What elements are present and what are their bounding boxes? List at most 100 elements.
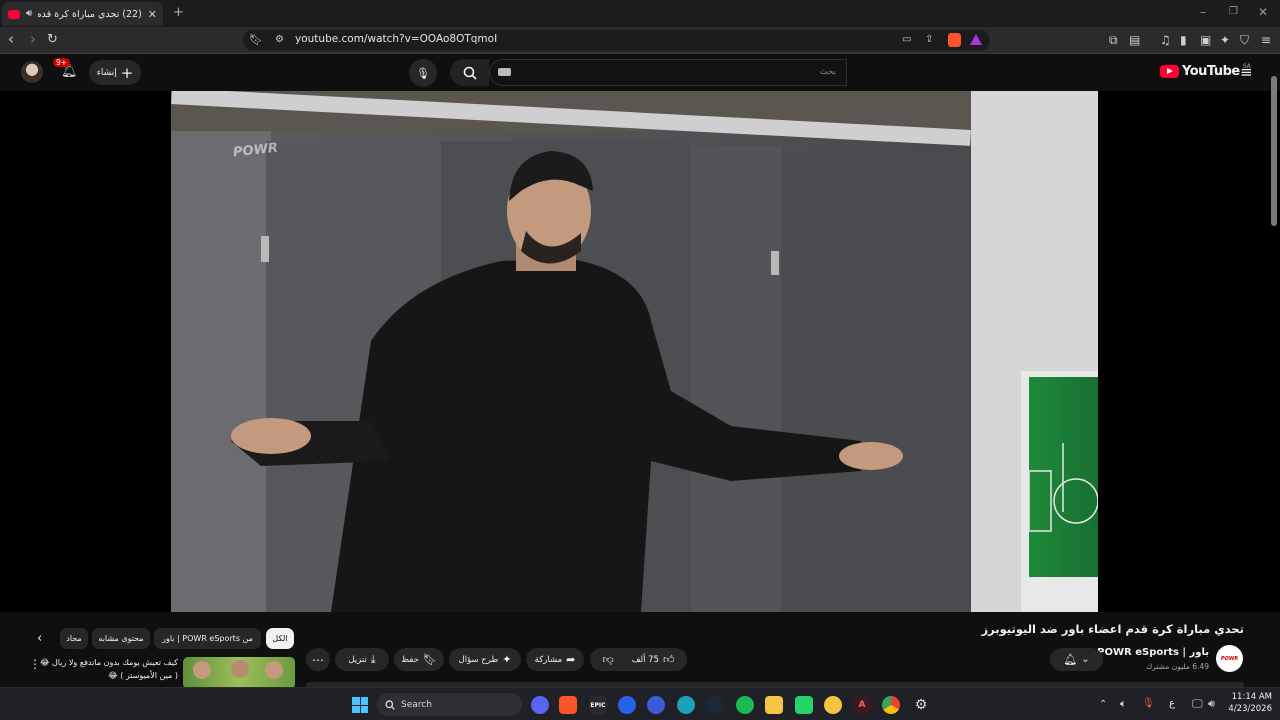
scrollbar-track[interactable] bbox=[1271, 61, 1277, 226]
network-icon[interactable]: 🖵︎ bbox=[1192, 697, 1203, 711]
brave-rewards-icon[interactable] bbox=[970, 34, 982, 45]
chips-prev-icon[interactable]: ‹ bbox=[37, 631, 42, 646]
bell-outline-icon: 🔔︎ bbox=[1063, 653, 1078, 666]
more-actions-button[interactable]: ⋯ bbox=[306, 648, 330, 671]
like-icon[interactable]: 👍︎ bbox=[663, 653, 675, 666]
discord-icon[interactable] bbox=[531, 696, 549, 714]
video-scene bbox=[171, 91, 1098, 612]
bookmark-outline-icon: 🔖︎ bbox=[422, 653, 437, 666]
tray-chevron-icon[interactable]: ⌃ bbox=[1099, 698, 1107, 712]
recommended-more-icon[interactable]: ⋮ bbox=[29, 657, 41, 671]
create-label: إنشاء bbox=[96, 67, 117, 78]
tray-mic-icon[interactable]: 🎙︎ bbox=[1142, 697, 1155, 711]
wallet-icon[interactable]: ▣ bbox=[1200, 33, 1211, 47]
cast-icon[interactable]: ▭ bbox=[902, 33, 911, 47]
tray-speaker-icon[interactable]: 🔈︎ bbox=[1120, 697, 1127, 711]
search-input[interactable]: بحث bbox=[489, 59, 847, 86]
avatar[interactable] bbox=[21, 61, 43, 83]
channel-name[interactable]: POWR eSports | باور bbox=[1097, 647, 1209, 658]
forward-icon[interactable]: › bbox=[30, 32, 36, 47]
extensions-icon[interactable]: ⧉ bbox=[1109, 33, 1118, 47]
audio-playing-icon[interactable]: 🔊︎ bbox=[26, 7, 32, 21]
volume-icon[interactable]: 🔊︎ bbox=[1208, 697, 1215, 711]
save-label: حفظ bbox=[401, 654, 419, 665]
scrollbar-thumb[interactable] bbox=[1271, 76, 1277, 226]
copilot-icon[interactable] bbox=[618, 696, 636, 714]
settings-gear-icon[interactable]: ⚙︎ bbox=[912, 696, 930, 714]
epic-games-icon[interactable]: EPIC bbox=[589, 696, 607, 714]
spotify-icon[interactable] bbox=[736, 696, 754, 714]
guide-menu-icon[interactable]: ≡ bbox=[1240, 65, 1253, 80]
like-count[interactable]: 75 ألف bbox=[632, 655, 659, 665]
create-button[interactable]: إنشاء + bbox=[89, 60, 141, 85]
keyboard-icon[interactable] bbox=[498, 68, 511, 76]
minimize-icon[interactable]: – bbox=[1200, 5, 1206, 19]
back-icon[interactable]: ‹ bbox=[8, 32, 14, 47]
ask-button[interactable]: طرح سؤال ✦ bbox=[449, 648, 521, 671]
voice-search-button[interactable]: 🎙︎ bbox=[409, 59, 437, 87]
search-placeholder: بحث bbox=[819, 67, 836, 77]
recommended-thumbnail[interactable] bbox=[183, 657, 295, 689]
dislike-icon[interactable]: 👎︎ bbox=[603, 653, 614, 666]
sidebar-icon[interactable]: ▮ bbox=[1180, 33, 1187, 47]
share-page-icon[interactable]: ⇪ bbox=[925, 33, 933, 47]
emoji-app-icon[interactable] bbox=[824, 696, 842, 714]
download-label: تنزيل bbox=[348, 654, 367, 665]
subscribe-notify-button[interactable]: 🔔︎ ⌄ bbox=[1050, 648, 1103, 671]
search-icon bbox=[463, 66, 477, 80]
new-tab-icon[interactable]: + bbox=[173, 6, 184, 20]
url-text[interactable]: youtube.com/watch?v=OOAo8OTqmoI bbox=[295, 33, 497, 45]
discord-ptb-icon[interactable] bbox=[647, 696, 665, 714]
close-window-icon[interactable]: ✕ bbox=[1258, 5, 1268, 19]
bell-icon: 🔔︎ bbox=[61, 64, 78, 79]
site-settings-icon[interactable]: ⚙︎ bbox=[275, 33, 284, 47]
sparkle-icon: ✦ bbox=[502, 653, 512, 666]
whatsapp-icon[interactable] bbox=[795, 696, 813, 714]
notifications-button[interactable]: 🔔︎ 9+ bbox=[53, 58, 79, 83]
download-button[interactable]: تنزيل ⤓ bbox=[335, 648, 389, 671]
chip-related[interactable]: محتوى مشابه bbox=[92, 628, 150, 649]
edge-icon[interactable] bbox=[677, 696, 695, 714]
leo-ai-icon[interactable]: ✦ bbox=[1220, 33, 1230, 47]
video-frame[interactable]: POWR bbox=[171, 91, 1098, 612]
channel-avatar[interactable]: POWR bbox=[1216, 645, 1243, 672]
ask-label: طرح سؤال bbox=[458, 654, 499, 665]
recommended-title-line1[interactable]: كيف تعيش يومك بدون ماتدفع ولا ريال 😂 bbox=[40, 658, 178, 667]
youtube-logo-text: YouTube bbox=[1182, 64, 1240, 79]
input-language[interactable]: ع bbox=[1169, 698, 1175, 709]
bookmark-icon[interactable]: 🔖︎ bbox=[249, 33, 263, 47]
reload-icon[interactable]: ↻ bbox=[47, 33, 58, 47]
start-windows-icon[interactable] bbox=[352, 697, 368, 713]
file-explorer-icon[interactable] bbox=[765, 696, 783, 714]
save-button[interactable]: حفظ 🔖︎ bbox=[394, 648, 444, 671]
youtube-logo[interactable]: YouTube SA bbox=[1160, 63, 1251, 79]
chevron-down-icon: ⌄ bbox=[1081, 654, 1090, 665]
tab-title: (22) تحدي مباراة كرة قدم اعضا... bbox=[38, 8, 142, 20]
app-a-icon[interactable]: A bbox=[853, 696, 871, 714]
clock[interactable]: 11:14 AM 4/23/2026 bbox=[1228, 692, 1272, 714]
subscriber-count: 6.49 مليون مشترك bbox=[1146, 662, 1209, 671]
close-tab-icon[interactable]: ✕ bbox=[148, 8, 157, 21]
vpn-icon[interactable]: ⛉ bbox=[1240, 33, 1249, 47]
video-player[interactable]: POWR bbox=[0, 76, 1280, 612]
chip-recent[interactable]: محاد bbox=[60, 628, 88, 649]
media-icon[interactable]: ♫ bbox=[1160, 33, 1171, 47]
youtube-header: 🔔︎ 9+ إنشاء + 🎙︎ بحث YouTube SA ≡ bbox=[0, 54, 1280, 91]
taskbar-search-box[interactable]: Search bbox=[377, 693, 522, 716]
reader-icon[interactable]: ▤ bbox=[1129, 33, 1140, 47]
search-button[interactable] bbox=[450, 59, 489, 86]
brave-icon[interactable] bbox=[559, 696, 577, 714]
download-icon: ⤓ bbox=[370, 652, 376, 666]
address-bar[interactable]: 🔖︎ ⚙︎ youtube.com/watch?v=OOAo8OTqmoI ▭ … bbox=[243, 30, 990, 51]
maximize-icon[interactable]: ❐ bbox=[1229, 5, 1238, 19]
steam-icon[interactable] bbox=[706, 696, 724, 714]
chip-from-channel[interactable]: من POWR eSports | باور bbox=[154, 628, 261, 649]
address-toolbar: ‹ › ↻ 🔖︎ ⚙︎ youtube.com/watch?v=OOAo8OTq… bbox=[0, 27, 1280, 54]
browser-tab[interactable]: 🔊︎ (22) تحدي مباراة كرة قدم اعضا... ✕ bbox=[2, 2, 163, 26]
chrome-icon[interactable] bbox=[882, 696, 900, 714]
chip-all[interactable]: الكل bbox=[266, 628, 294, 649]
share-button[interactable]: مشاركة ➦ bbox=[526, 648, 584, 671]
menu-icon[interactable]: ≡ bbox=[1261, 33, 1271, 47]
brave-shields-icon[interactable] bbox=[948, 33, 961, 47]
recommended-title-line2[interactable]: ( مين الأميوستر ) 😂 bbox=[108, 671, 178, 680]
